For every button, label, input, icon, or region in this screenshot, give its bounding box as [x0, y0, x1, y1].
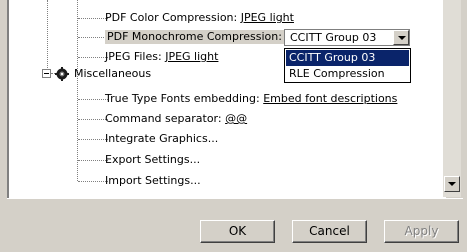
dropdown-option-rle-compression[interactable]: RLE Compression [286, 66, 409, 82]
tree-item-miscellaneous[interactable]: Miscellaneous [74, 67, 151, 81]
tree-item-pdf-color-compression[interactable]: PDF Color Compression: JPEG light [105, 11, 294, 25]
pdf-color-compression-value[interactable]: JPEG light [241, 11, 294, 24]
chevron-down-icon [448, 182, 456, 186]
tree-item-truetype-fonts[interactable]: True Type Fonts embedding: Embed font de… [105, 92, 397, 106]
truetype-fonts-value[interactable]: Embed font descriptions [263, 92, 397, 105]
tree-connector [78, 57, 108, 58]
tree-item-command-separator[interactable]: Command separator: @@ [105, 112, 247, 126]
tree-connector [78, 181, 108, 182]
combo-dropdown-button[interactable] [393, 30, 409, 45]
combo-dropdown-list[interactable]: CCITT Group 03 RLE Compression [284, 48, 411, 83]
panel-border [7, 198, 463, 199]
cancel-button[interactable]: Cancel [292, 220, 367, 243]
scroll-down-button[interactable] [444, 176, 460, 192]
tree-item-integrate-graphics[interactable]: Integrate Graphics... [105, 132, 218, 146]
monochrome-compression-combo[interactable]: CCITT Group 03 [284, 29, 410, 46]
tree-connector [78, 99, 108, 100]
command-separator-value[interactable]: @@ [225, 112, 247, 125]
combo-selected-value: CCITT Group 03 [290, 31, 377, 44]
ok-button[interactable]: OK [200, 220, 275, 243]
tree-connector [78, 18, 108, 19]
tree-item-jpeg-files[interactable]: JPEG Files: JPEG light [105, 50, 218, 64]
tree-connector [78, 160, 108, 161]
tree-connector [78, 37, 108, 38]
tree-guide-line [47, 0, 48, 70]
apply-button[interactable]: Apply [384, 220, 459, 243]
tree-item-import-settings[interactable]: Import Settings... [105, 174, 201, 188]
dropdown-option-ccitt-group-03[interactable]: CCITT Group 03 [286, 50, 409, 66]
jpeg-files-value[interactable]: JPEG light [165, 50, 218, 63]
tree-item-pdf-monochrome-compression[interactable]: PDF Monochrome Compression: [105, 30, 284, 44]
gear-icon [55, 67, 69, 81]
chevron-down-icon [398, 36, 406, 40]
tree-connector [78, 139, 108, 140]
tree-item-export-settings[interactable]: Export Settings... [105, 153, 200, 167]
vertical-scrollbar[interactable] [443, 0, 461, 197]
tree-connector [78, 119, 108, 120]
collapse-toggle[interactable] [42, 69, 51, 78]
